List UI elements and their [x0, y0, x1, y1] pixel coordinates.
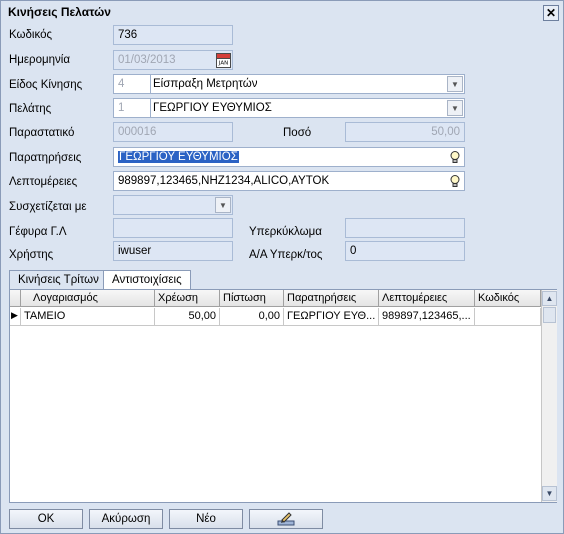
column-header-details[interactable]: Λεπτομέρειες: [379, 290, 475, 307]
gl-bridge-label: Γέφυρα Γ.Λ: [9, 226, 67, 238]
document-label: Παραστατικό: [9, 127, 75, 139]
cancel-button[interactable]: Ακύρωση: [89, 509, 163, 529]
column-header-account[interactable]: Λογαριασμός: [21, 290, 155, 307]
remarks-field[interactable]: ΓΕΩΡΓΙΟΥ ΕΥΘΥΜΙΟΣ: [113, 147, 465, 167]
new-button[interactable]: Νέο: [169, 509, 243, 529]
amount-label: Ποσό: [283, 127, 312, 139]
chevron-up-icon: ▲: [545, 294, 554, 303]
table-row[interactable]: ▶ ΤΑΜΕΙΟ 50,00 0,00 ΓΕΩΡΓΙΟΥ ΕΥΘ... 9898…: [10, 308, 541, 326]
column-header-credit[interactable]: Πίστωση: [220, 290, 284, 307]
movement-type-label: Είδος Κίνησης: [9, 79, 83, 91]
column-header-remarks[interactable]: Παρατηρήσεις: [284, 290, 379, 307]
overdraft-seq-label: Α/Α Υπερκ/τος: [249, 249, 323, 261]
customer-combo[interactable]: 1 ΓΕΩΡΓΙΟΥ ΕΥΘΥΜΙΟΣ: [113, 98, 465, 118]
code-field[interactable]: 736: [113, 25, 233, 45]
row-indicator-icon: ▶: [10, 308, 21, 326]
customer-label: Πελάτης: [9, 103, 52, 115]
movement-type-combo[interactable]: 4 Είσπραξη Μετρητών: [113, 74, 465, 94]
cell-remarks[interactable]: ΓΕΩΡΓΙΟΥ ΕΥΘ...: [284, 308, 379, 326]
ok-button[interactable]: OK: [9, 509, 83, 529]
svg-text:JAN: JAN: [217, 60, 227, 66]
lightbulb-icon: [450, 175, 460, 187]
user-field[interactable]: iwuser: [113, 241, 233, 261]
cell-account[interactable]: ΤΑΜΕΙΟ: [21, 308, 155, 326]
grid-header: Λογαριασμός Χρέωση Πίστωση Παρατηρήσεις …: [10, 290, 541, 307]
scroll-thumb[interactable]: [543, 307, 556, 323]
column-header-debit[interactable]: Χρέωση: [155, 290, 220, 307]
scroll-down-button[interactable]: ▼: [542, 486, 557, 501]
chevron-down-icon: ▼: [219, 200, 227, 210]
matchings-grid: Λογαριασμός Χρέωση Πίστωση Παρατηρήσεις …: [9, 289, 557, 503]
code-label: Κωδικός: [9, 29, 53, 41]
calendar-icon[interactable]: JAN: [215, 52, 231, 68]
related-label: Συσχετίζεται με: [9, 201, 87, 213]
movement-type-dropdown-button[interactable]: ▼: [447, 76, 463, 92]
chevron-down-icon: ▼: [451, 103, 459, 113]
amount-field[interactable]: 50,00: [345, 122, 465, 142]
row-indicator-header: [10, 290, 21, 307]
customer-dropdown-button[interactable]: ▼: [447, 100, 463, 116]
movement-type-code: 4: [118, 78, 125, 90]
customer-code: 1: [118, 102, 125, 114]
tab-matchings[interactable]: Αντιστοιχίσεις: [103, 270, 191, 290]
user-label: Χρήστης: [9, 249, 54, 261]
lightbulb-icon: [450, 151, 460, 163]
grid-vertical-scrollbar[interactable]: ▲ ▼: [541, 290, 557, 502]
edit-pencil-icon: [277, 512, 295, 526]
cell-debit[interactable]: 50,00: [155, 308, 220, 326]
overdraft-seq-field[interactable]: 0: [345, 241, 465, 261]
chevron-down-icon: ▼: [545, 489, 554, 498]
cell-credit[interactable]: 0,00: [220, 308, 284, 326]
remarks-label: Παρατηρήσεις: [9, 152, 82, 164]
close-icon: ✕: [545, 6, 557, 20]
customer-value: ΓΕΩΡΓΙΟΥ ΕΥΘΥΜΙΟΣ: [150, 99, 274, 117]
customer-movements-window: Κινήσεις Πελατών ✕ Κωδικός 736 Ημερομηνί…: [0, 0, 564, 534]
gl-bridge-field[interactable]: [113, 218, 233, 238]
details-label: Λεπτομέρειες: [9, 176, 78, 188]
tab-third-party-movements[interactable]: Κινήσεις Τρίτων: [9, 270, 108, 290]
related-dropdown-button[interactable]: ▼: [215, 197, 231, 213]
cell-details[interactable]: 989897,123465,...: [379, 308, 475, 326]
movement-type-value: Είσπραξη Μετρητών: [150, 75, 259, 93]
remarks-hint-button[interactable]: [447, 149, 463, 165]
details-hint-button[interactable]: [447, 173, 463, 189]
window-title: Κινήσεις Πελατών: [8, 5, 111, 19]
scroll-up-button[interactable]: ▲: [542, 291, 557, 306]
document-field[interactable]: 000016: [113, 122, 233, 142]
date-label: Ημερομηνία: [9, 54, 70, 66]
overdraft-label: Υπερκύκλωμα: [249, 226, 322, 238]
overdraft-field[interactable]: [345, 218, 465, 238]
chevron-down-icon: ▼: [451, 79, 459, 89]
remarks-value: ΓΕΩΡΓΙΟΥ ΕΥΘΥΜΙΟΣ: [118, 151, 239, 163]
edit-button[interactable]: [249, 509, 323, 529]
details-field[interactable]: 989897,123465,NHZ1234,ALICO,ΑΥΤΟΚ: [113, 171, 465, 191]
close-button[interactable]: ✕: [543, 5, 559, 21]
cell-code[interactable]: [475, 308, 541, 326]
column-header-code[interactable]: Κωδικός: [475, 290, 541, 307]
